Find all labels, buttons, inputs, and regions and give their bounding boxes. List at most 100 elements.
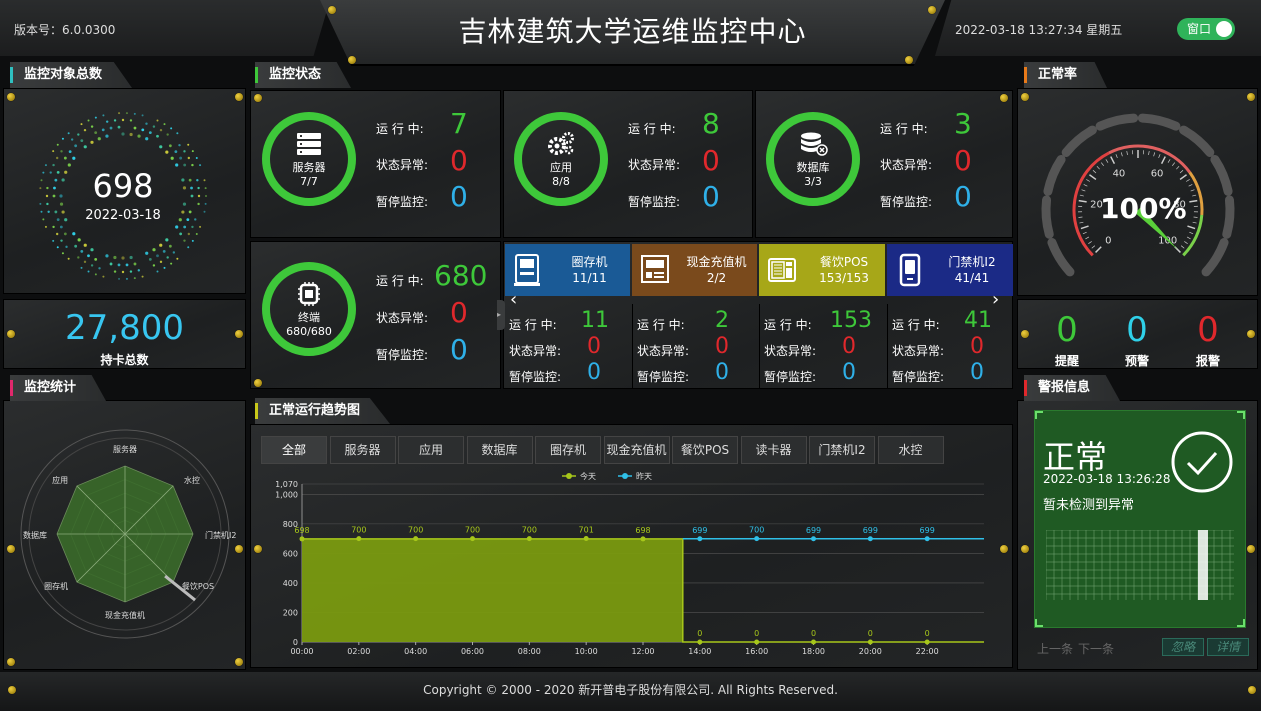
ignore-button[interactable]: 忽略: [1162, 638, 1204, 656]
ring-dot: [137, 269, 141, 272]
trend-tab[interactable]: 餐饮POS: [672, 436, 738, 464]
remind-label: 提醒: [1054, 354, 1079, 368]
ring-dot: [176, 257, 179, 260]
ring-dot: [182, 202, 187, 206]
ring-dot: [191, 150, 194, 153]
today-point: [356, 536, 362, 542]
toggle-knob: [1216, 21, 1232, 37]
ring-dot: [168, 244, 172, 248]
scan-bar: [1198, 530, 1208, 600]
ring-dot: [121, 118, 125, 122]
gauge-tick: [1167, 159, 1171, 163]
trend-tab[interactable]: 读卡器: [740, 436, 807, 464]
ring-dot: [80, 123, 83, 126]
trend-tab[interactable]: 全部: [261, 436, 327, 464]
gauge-tick: [1083, 184, 1088, 187]
monitor-status-title: 监控状态: [255, 62, 352, 88]
server-running-count: 7: [450, 107, 468, 140]
gauge-tick: [1091, 245, 1096, 249]
trend-tab[interactable]: 应用: [398, 436, 464, 464]
ring-dot: [80, 139, 84, 143]
gauge-tick: [1086, 179, 1090, 182]
radar-axis-label: 水控: [184, 475, 200, 485]
alarm-next[interactable]: 下一条: [1078, 640, 1114, 657]
ring-dot: [70, 138, 74, 141]
radar-axis-label: 应用: [52, 475, 68, 485]
yesterday-point: [754, 536, 760, 542]
ring-dot: [186, 218, 190, 221]
paused-count: 0: [842, 360, 856, 385]
screw: [254, 379, 262, 387]
gauge-outer-segment: [1210, 154, 1233, 196]
ring-dot: [197, 186, 200, 190]
ring-dot: [87, 119, 90, 122]
today-data-label: 0: [868, 629, 873, 638]
gauge-tick: [1190, 189, 1195, 192]
legend-label: 今天: [580, 471, 596, 481]
monitor-object-count: 698: [92, 167, 154, 205]
gauge-tick: [1184, 241, 1188, 245]
ring-dot: [83, 260, 87, 264]
paused-label: 暂停监控:: [509, 370, 562, 384]
trend-tab[interactable]: 水控: [877, 436, 944, 464]
gauge-tick: [1189, 199, 1198, 203]
alarm-prev[interactable]: 上一条: [1037, 640, 1073, 657]
screw: [7, 93, 15, 101]
ring-dot: [83, 128, 87, 132]
ring-dot: [162, 249, 166, 253]
gauge-tick: [1115, 154, 1118, 159]
radar-axis-label: 服务器: [113, 444, 137, 454]
yesterday-point: [697, 536, 703, 542]
x-tick-label: 02:00: [347, 647, 370, 656]
screw: [1021, 330, 1029, 338]
ring-dot: [52, 163, 55, 167]
detail-button[interactable]: 详情: [1207, 638, 1249, 656]
ring-dot: [159, 145, 163, 149]
trend-tab[interactable]: 圈存机: [535, 436, 601, 464]
x-tick-label: 08:00: [518, 647, 541, 656]
normal-rate-value: 100%: [1100, 192, 1187, 225]
ring-dot: [176, 132, 179, 135]
window-toggle[interactable]: 窗口: [1177, 18, 1235, 40]
gauge-tick: [1096, 166, 1100, 170]
x-tick-label: 22:00: [916, 647, 939, 656]
paused-label: 暂停监控:: [637, 370, 690, 384]
app-running-label: 运 行 中:: [628, 122, 676, 136]
radar-axis-label: 门禁机I2: [205, 530, 236, 540]
ring-dot: [94, 116, 97, 119]
legend-marker: [622, 473, 628, 479]
ring-dot: [204, 187, 207, 190]
ring-dot: [199, 225, 202, 228]
ring-dot: [172, 251, 176, 254]
trend-tab[interactable]: 数据库: [466, 436, 533, 464]
terminal-running-count: 680: [434, 259, 488, 292]
statistics-title: 监控统计: [10, 375, 107, 401]
ring-dot: [194, 218, 197, 221]
paused-count: 0: [970, 360, 984, 385]
running-label: 运 行 中:: [637, 318, 685, 332]
gauge-outer-segment: [1222, 195, 1235, 239]
ring-dot: [61, 137, 64, 140]
ring-dot: [60, 239, 63, 242]
ring-dot: [109, 262, 113, 266]
app-running-count: 8: [702, 107, 720, 140]
screw: [1247, 93, 1255, 101]
ring-dot: [137, 134, 141, 138]
ring-dot: [87, 254, 90, 258]
screw: [905, 56, 913, 64]
gauge-tick: [1179, 174, 1187, 181]
db-abnormal-count: 0: [954, 144, 972, 177]
trend-tab[interactable]: 服务器: [329, 436, 396, 464]
ring-dot: [101, 128, 105, 132]
trend-tab[interactable]: 门禁机I2: [809, 436, 875, 464]
trend-tab[interactable]: 现金充值机: [603, 436, 670, 464]
terminal-ratio: 680/680: [286, 324, 332, 338]
ring-dot: [129, 119, 133, 122]
ring-dot: [65, 245, 68, 249]
normal-rate-title: 正常率: [1024, 62, 1108, 88]
ring-dot: [90, 140, 94, 144]
gauge-tick-label: 0: [1105, 236, 1111, 247]
db-ring: 数据库 3/3: [766, 112, 860, 206]
gauge-tick-label: 40: [1113, 169, 1126, 180]
collapse-handle[interactable]: ▸: [497, 300, 505, 330]
